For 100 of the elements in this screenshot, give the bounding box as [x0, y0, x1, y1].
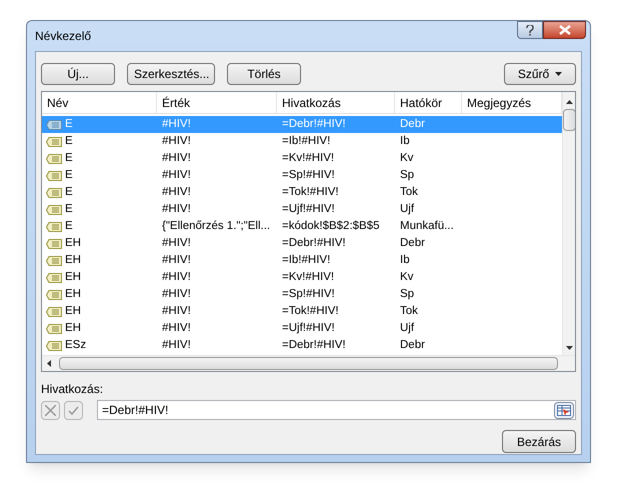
name-tag-icon	[46, 238, 62, 248]
table-cell-text: =Kv!#HIV!	[282, 270, 334, 285]
help-button[interactable]	[517, 21, 543, 39]
table-cell-text: E	[65, 134, 73, 149]
table-cell-text: =Sp!#HIV!	[282, 286, 335, 302]
name-tag-icon	[46, 136, 62, 146]
table-cell-text: =Debr!#HIV!	[282, 338, 346, 353]
table-cell-text: Ujf	[400, 202, 414, 217]
table-cell-text: #HIV!	[162, 168, 191, 183]
name-row[interactable]: ESz #HIV! =Debr!#HIV! Debr	[42, 337, 562, 354]
table-cell-text: EH	[65, 304, 81, 319]
table-cell-text: =Ib!#HIV!	[282, 134, 330, 149]
name-row[interactable]: E #HIV! =Tok!#HIV! Tok	[42, 184, 562, 201]
scroll-thumb[interactable]	[563, 109, 575, 131]
dropdown-arrow-icon	[555, 72, 562, 76]
table-cell-text: =Ujf!#HIV!	[282, 202, 335, 217]
name-tag-icon	[46, 324, 62, 334]
toolbar-button[interactable]: Új...	[41, 62, 115, 84]
name-tag-icon	[46, 256, 62, 266]
table-cell-text: #HIV!	[162, 252, 191, 268]
table-cell-text: #HIV!	[162, 270, 191, 285]
table-cell-text: E	[65, 168, 73, 183]
table-cell-text: EH	[65, 320, 81, 336]
scroll-up-icon[interactable]	[566, 100, 573, 104]
name-tag-icon	[46, 340, 62, 350]
table-cell-text: Munkafü...	[400, 218, 454, 234]
table-cell-text: E	[65, 184, 73, 200]
name-tag-icon	[46, 222, 62, 232]
table-cell-text: =Tok!#HIV!	[282, 184, 339, 200]
name-tag-icon	[46, 306, 62, 316]
name-tag-icon	[46, 204, 62, 214]
name-tag-icon	[46, 188, 62, 198]
table-cell-text: #HIV!	[162, 304, 191, 319]
column-header[interactable]: Név	[42, 92, 157, 113]
table-cell-text: #HIV!	[162, 338, 191, 353]
table-cell-text: EH	[65, 270, 81, 285]
name-row[interactable]: EH #HIV! =Ujf!#HIV! Ujf	[42, 320, 562, 337]
horizontal-scrollbar[interactable]	[42, 355, 575, 371]
table-cell-text: E	[65, 218, 73, 234]
table-cell-text: EH	[65, 286, 81, 302]
table-cell-text: =Kv!#HIV!	[282, 150, 334, 166]
reference-label: Hivatkozás:	[41, 382, 104, 396]
reference-field[interactable]: =Debr!#HIV!	[97, 400, 576, 420]
column-header[interactable]: Hatókör	[395, 92, 462, 113]
vertical-scrollbar[interactable]	[562, 92, 575, 355]
close-dialog-button[interactable]: Bezárás	[502, 430, 576, 453]
table-cell-text: Debr	[400, 116, 425, 132]
check-icon	[68, 406, 79, 414]
table-cell-text: Sp	[400, 168, 414, 183]
name-tag-icon	[46, 120, 62, 130]
table-cell-text: #HIV!	[162, 184, 191, 200]
toolbar-button[interactable]: Szerkesztés...	[127, 62, 215, 84]
table-cell-text: =Tok!#HIV!	[282, 304, 339, 319]
name-row[interactable]: EH #HIV! =Sp!#HIV! Sp	[42, 286, 562, 303]
collapse-dialog-button[interactable]	[554, 402, 574, 418]
table-cell-text: #HIV!	[162, 150, 191, 166]
column-header[interactable]: Érték	[157, 92, 277, 113]
scroll-thumb[interactable]	[59, 357, 558, 370]
table-cell-text: E	[65, 202, 73, 217]
table-cell-text: =Ujf!#HIV!	[282, 320, 335, 336]
scroll-left-icon[interactable]	[47, 360, 51, 367]
name-tag-icon	[46, 272, 62, 282]
name-tag-icon	[46, 170, 62, 180]
name-tag-icon	[46, 154, 62, 164]
table-cell-text: E	[65, 116, 73, 132]
table-cell-text: Kv	[400, 150, 414, 166]
table-cell-text: Ib	[400, 252, 410, 268]
name-row[interactable]: EH #HIV! =Debr!#HIV! Debr	[42, 235, 562, 252]
name-row[interactable]: E #HIV! =Ib!#HIV! Ib	[42, 133, 562, 150]
table-cell-text: =Debr!#HIV!	[282, 116, 346, 132]
table-cell-text: ESz	[65, 338, 86, 353]
name-row[interactable]: EH #HIV! =Kv!#HIV! Kv	[42, 269, 562, 286]
table-cell-text: E	[65, 150, 73, 166]
name-row[interactable]: EH #HIV! =Tok!#HIV! Tok	[42, 303, 562, 320]
table-cell-text: Tok	[400, 184, 418, 200]
table-cell-text: #HIV!	[162, 116, 191, 132]
name-row[interactable]: E {"Ellenőrzés 1.";"Ell... =kódok!$B$2:$B$5 Munkafü...	[42, 218, 562, 235]
table-cell-text: Debr	[400, 236, 425, 251]
name-row[interactable]: E #HIV! =Kv!#HIV! Kv	[42, 150, 562, 167]
scroll-down-icon[interactable]	[566, 346, 573, 350]
table-cell-text: Tok	[400, 304, 418, 319]
table-cell-text: #HIV!	[162, 320, 191, 336]
toolbar-button[interactable]: Törlés	[227, 62, 301, 84]
table-cell-text: =kódok!$B$2:$B$5	[282, 218, 380, 234]
range-select-icon	[557, 404, 571, 416]
close-button[interactable]	[543, 21, 586, 39]
help-icon	[526, 24, 534, 36]
table-cell-text: =Ib!#HIV!	[282, 252, 330, 268]
table-cell-text: =Debr!#HIV!	[282, 236, 346, 251]
table-cell-text: #HIV!	[162, 134, 191, 149]
name-row[interactable]: E #HIV! =Sp!#HIV! Sp	[42, 167, 562, 184]
column-header[interactable]: Hivatkozás	[277, 92, 395, 113]
name-row[interactable]: E #HIV! =Ujf!#HIV! Ujf	[42, 201, 562, 218]
cross-icon	[45, 404, 56, 416]
name-row[interactable]: EH #HIV! =Ib!#HIV! Ib	[42, 252, 562, 269]
table-cell-text: Kv	[400, 270, 414, 285]
table-cell-text: #HIV!	[162, 202, 191, 217]
window-title: Névkezelő	[35, 28, 92, 45]
table-cell-text: Ib	[400, 134, 410, 149]
filter-button[interactable]: Szűrő	[504, 62, 576, 84]
